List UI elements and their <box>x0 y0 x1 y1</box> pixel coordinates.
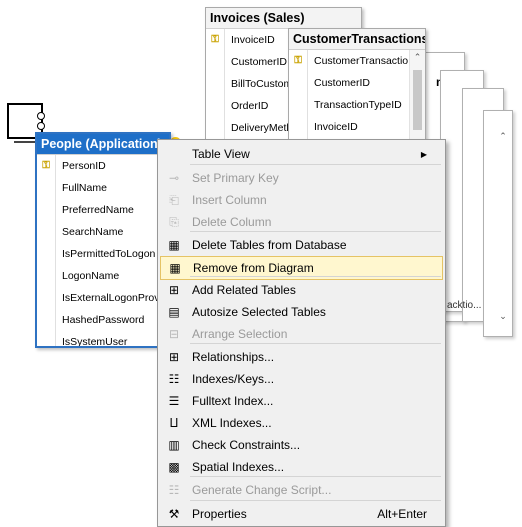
menu-item-label: Set Primary Key <box>192 171 279 185</box>
menu-item-table-view[interactable]: Table View ▶ <box>160 143 443 165</box>
menu-item-label: Delete Tables from Database <box>192 238 347 252</box>
menu-item-insert-column[interactable]: ⎗ Insert Column <box>160 189 443 211</box>
column-name: PreferredName <box>55 199 157 221</box>
menu-item-delete-column[interactable]: ⎘ Delete Column <box>160 211 443 233</box>
table-title[interactable]: People (Application) <box>37 134 169 155</box>
menu-item-check-constraints[interactable]: ▥ Check Constraints... <box>160 434 443 456</box>
menu-item-label: Relationships... <box>192 350 275 364</box>
menu-item-label: Arrange Selection <box>192 327 288 341</box>
menu-item-shortcut: Alt+Enter <box>377 507 427 521</box>
scroll-down-icon[interactable]: ⌄ <box>497 311 509 323</box>
spatial-index-icon: ▩ <box>168 460 180 474</box>
wrench-icon: ⚒ <box>168 507 180 521</box>
arrange-icon: ⊟ <box>168 327 180 341</box>
context-menu[interactable]: Table View ▶ ⊸ Set Primary Key ⎗ Insert Colum… <box>157 139 446 527</box>
menu-item-autosize-selected-tables[interactable]: ▤ Autosize Selected Tables <box>160 301 443 323</box>
menu-item-label: Spatial Indexes... <box>192 460 285 474</box>
column-name: IsSystemUser <box>55 331 157 346</box>
key-icon: ⊸ <box>168 171 180 185</box>
menu-item-label: Fulltext Index... <box>192 394 274 408</box>
table-column-row[interactable]: IsPermittedToLogon <box>37 243 157 265</box>
relationships-icon: ⊞ <box>168 350 180 364</box>
table-people[interactable]: People (Application) ⚿ PersonID FullName Pr… <box>35 132 171 348</box>
menu-item-label: Insert Column <box>192 193 267 207</box>
menu-item-properties[interactable]: ⚒ Properties Alt+Enter <box>160 503 443 525</box>
column-name: LogonName <box>55 265 157 287</box>
menu-separator <box>190 231 441 232</box>
menu-item-label: Add Related Tables <box>192 283 296 297</box>
menu-item-label: Check Constraints... <box>192 438 301 452</box>
primary-key-icon: ⚿ <box>294 55 302 66</box>
table-column-row[interactable]: HashedPassword <box>37 309 157 331</box>
column-name: InvoiceID <box>307 116 409 138</box>
primary-key-icon: ⚿ <box>42 160 50 171</box>
column-name: IsPermittedToLogon <box>55 243 157 265</box>
scroll-thumb[interactable] <box>413 70 422 130</box>
menu-separator <box>190 276 441 277</box>
column-name: FullName <box>55 177 157 199</box>
menu-item-label: Delete Column <box>192 215 272 229</box>
table-column-row[interactable]: IsSystemUser <box>37 331 157 346</box>
column-name: CustomerID <box>307 72 409 94</box>
menu-item-label: Remove from Diagram <box>193 261 314 275</box>
add-related-tables-icon: ⊞ <box>168 283 180 297</box>
menu-item-indexes-keys[interactable]: ☷ Indexes/Keys... <box>160 368 443 390</box>
menu-separator <box>190 476 441 477</box>
menu-item-label: Generate Change Script... <box>192 483 332 497</box>
menu-item-fulltext-index[interactable]: ☰ Fulltext Index... <box>160 390 443 412</box>
column-name: CustomerTransactio... <box>307 50 409 72</box>
delete-table-icon: ▦ <box>168 238 180 252</box>
table-column-row[interactable]: InvoiceID <box>289 116 409 138</box>
column-name: TransactionTypeID <box>307 94 409 116</box>
column-name: SearchName <box>55 221 157 243</box>
primary-key-icon: ⚿ <box>211 34 219 45</box>
background-table-4[interactable]: ⌃ ⌄ <box>483 110 513 337</box>
menu-separator <box>190 500 441 501</box>
table-column-row[interactable]: FullName <box>37 177 157 199</box>
menu-item-delete-tables-from-database[interactable]: ▦ Delete Tables from Database <box>160 234 443 256</box>
check-constraints-icon: ▥ <box>168 438 180 452</box>
menu-separator <box>190 164 441 165</box>
menu-item-label: Properties <box>192 507 247 521</box>
scroll-up-icon[interactable]: ⌃ <box>497 131 509 143</box>
delete-column-icon: ⎘ <box>169 214 179 229</box>
submenu-arrow-icon: ▶ <box>420 149 427 159</box>
menu-item-spatial-indexes[interactable]: ▩ Spatial Indexes... <box>160 456 443 478</box>
insert-column-icon: ⎗ <box>169 192 179 207</box>
menu-item-generate-change-script[interactable]: ☷ Generate Change Script... <box>160 479 443 501</box>
menu-separator <box>190 343 441 344</box>
table-column-row[interactable]: PreferredName <box>37 199 157 221</box>
table-column-row[interactable]: TransactionTypeID <box>289 94 409 116</box>
scroll-up-icon[interactable]: ⌃ <box>410 50 425 65</box>
menu-item-relationships[interactable]: ⊞ Relationships... <box>160 346 443 368</box>
script-icon: ☷ <box>168 483 180 497</box>
remove-table-icon: ▦ <box>169 261 181 275</box>
menu-item-label: Indexes/Keys... <box>192 372 275 386</box>
column-name: PersonID <box>55 155 157 177</box>
table-column-row[interactable]: SearchName <box>37 221 157 243</box>
menu-item-label: XML Indexes... <box>192 416 272 430</box>
background-cell-fragment: acktio... <box>447 300 482 311</box>
table-title[interactable]: CustomerTransactions ( <box>289 29 425 50</box>
table-column-row[interactable]: IsExternalLogonProv... <box>37 287 157 309</box>
menu-item-label: Autosize Selected Tables <box>192 305 326 319</box>
table-column-row[interactable]: LogonName <box>37 265 157 287</box>
menu-item-arrange-selection[interactable]: ⊟ Arrange Selection <box>160 323 443 345</box>
fulltext-icon: ☰ <box>168 394 180 408</box>
table-column-row[interactable]: CustomerID <box>289 72 409 94</box>
xml-index-icon: ⨿ <box>169 415 179 430</box>
key-icon <box>37 122 45 130</box>
indexes-icon: ☷ <box>168 372 180 386</box>
column-name: IsExternalLogonProv... <box>55 287 157 309</box>
table-column-row[interactable]: ⚿ CustomerTransactio... <box>289 50 409 72</box>
table-title[interactable]: Invoices (Sales) <box>206 8 361 29</box>
column-name: HashedPassword <box>55 309 157 331</box>
menu-item-xml-indexes[interactable]: ⨿ XML Indexes... <box>160 412 443 434</box>
autosize-icon: ▤ <box>168 305 180 319</box>
table-column-row[interactable]: ⚿ PersonID <box>37 155 157 177</box>
menu-item-add-related-tables[interactable]: ⊞ Add Related Tables <box>160 279 443 301</box>
key-icon <box>37 112 45 120</box>
menu-item-label: Table View <box>192 147 250 161</box>
menu-item-set-primary-key[interactable]: ⊸ Set Primary Key <box>160 167 443 189</box>
